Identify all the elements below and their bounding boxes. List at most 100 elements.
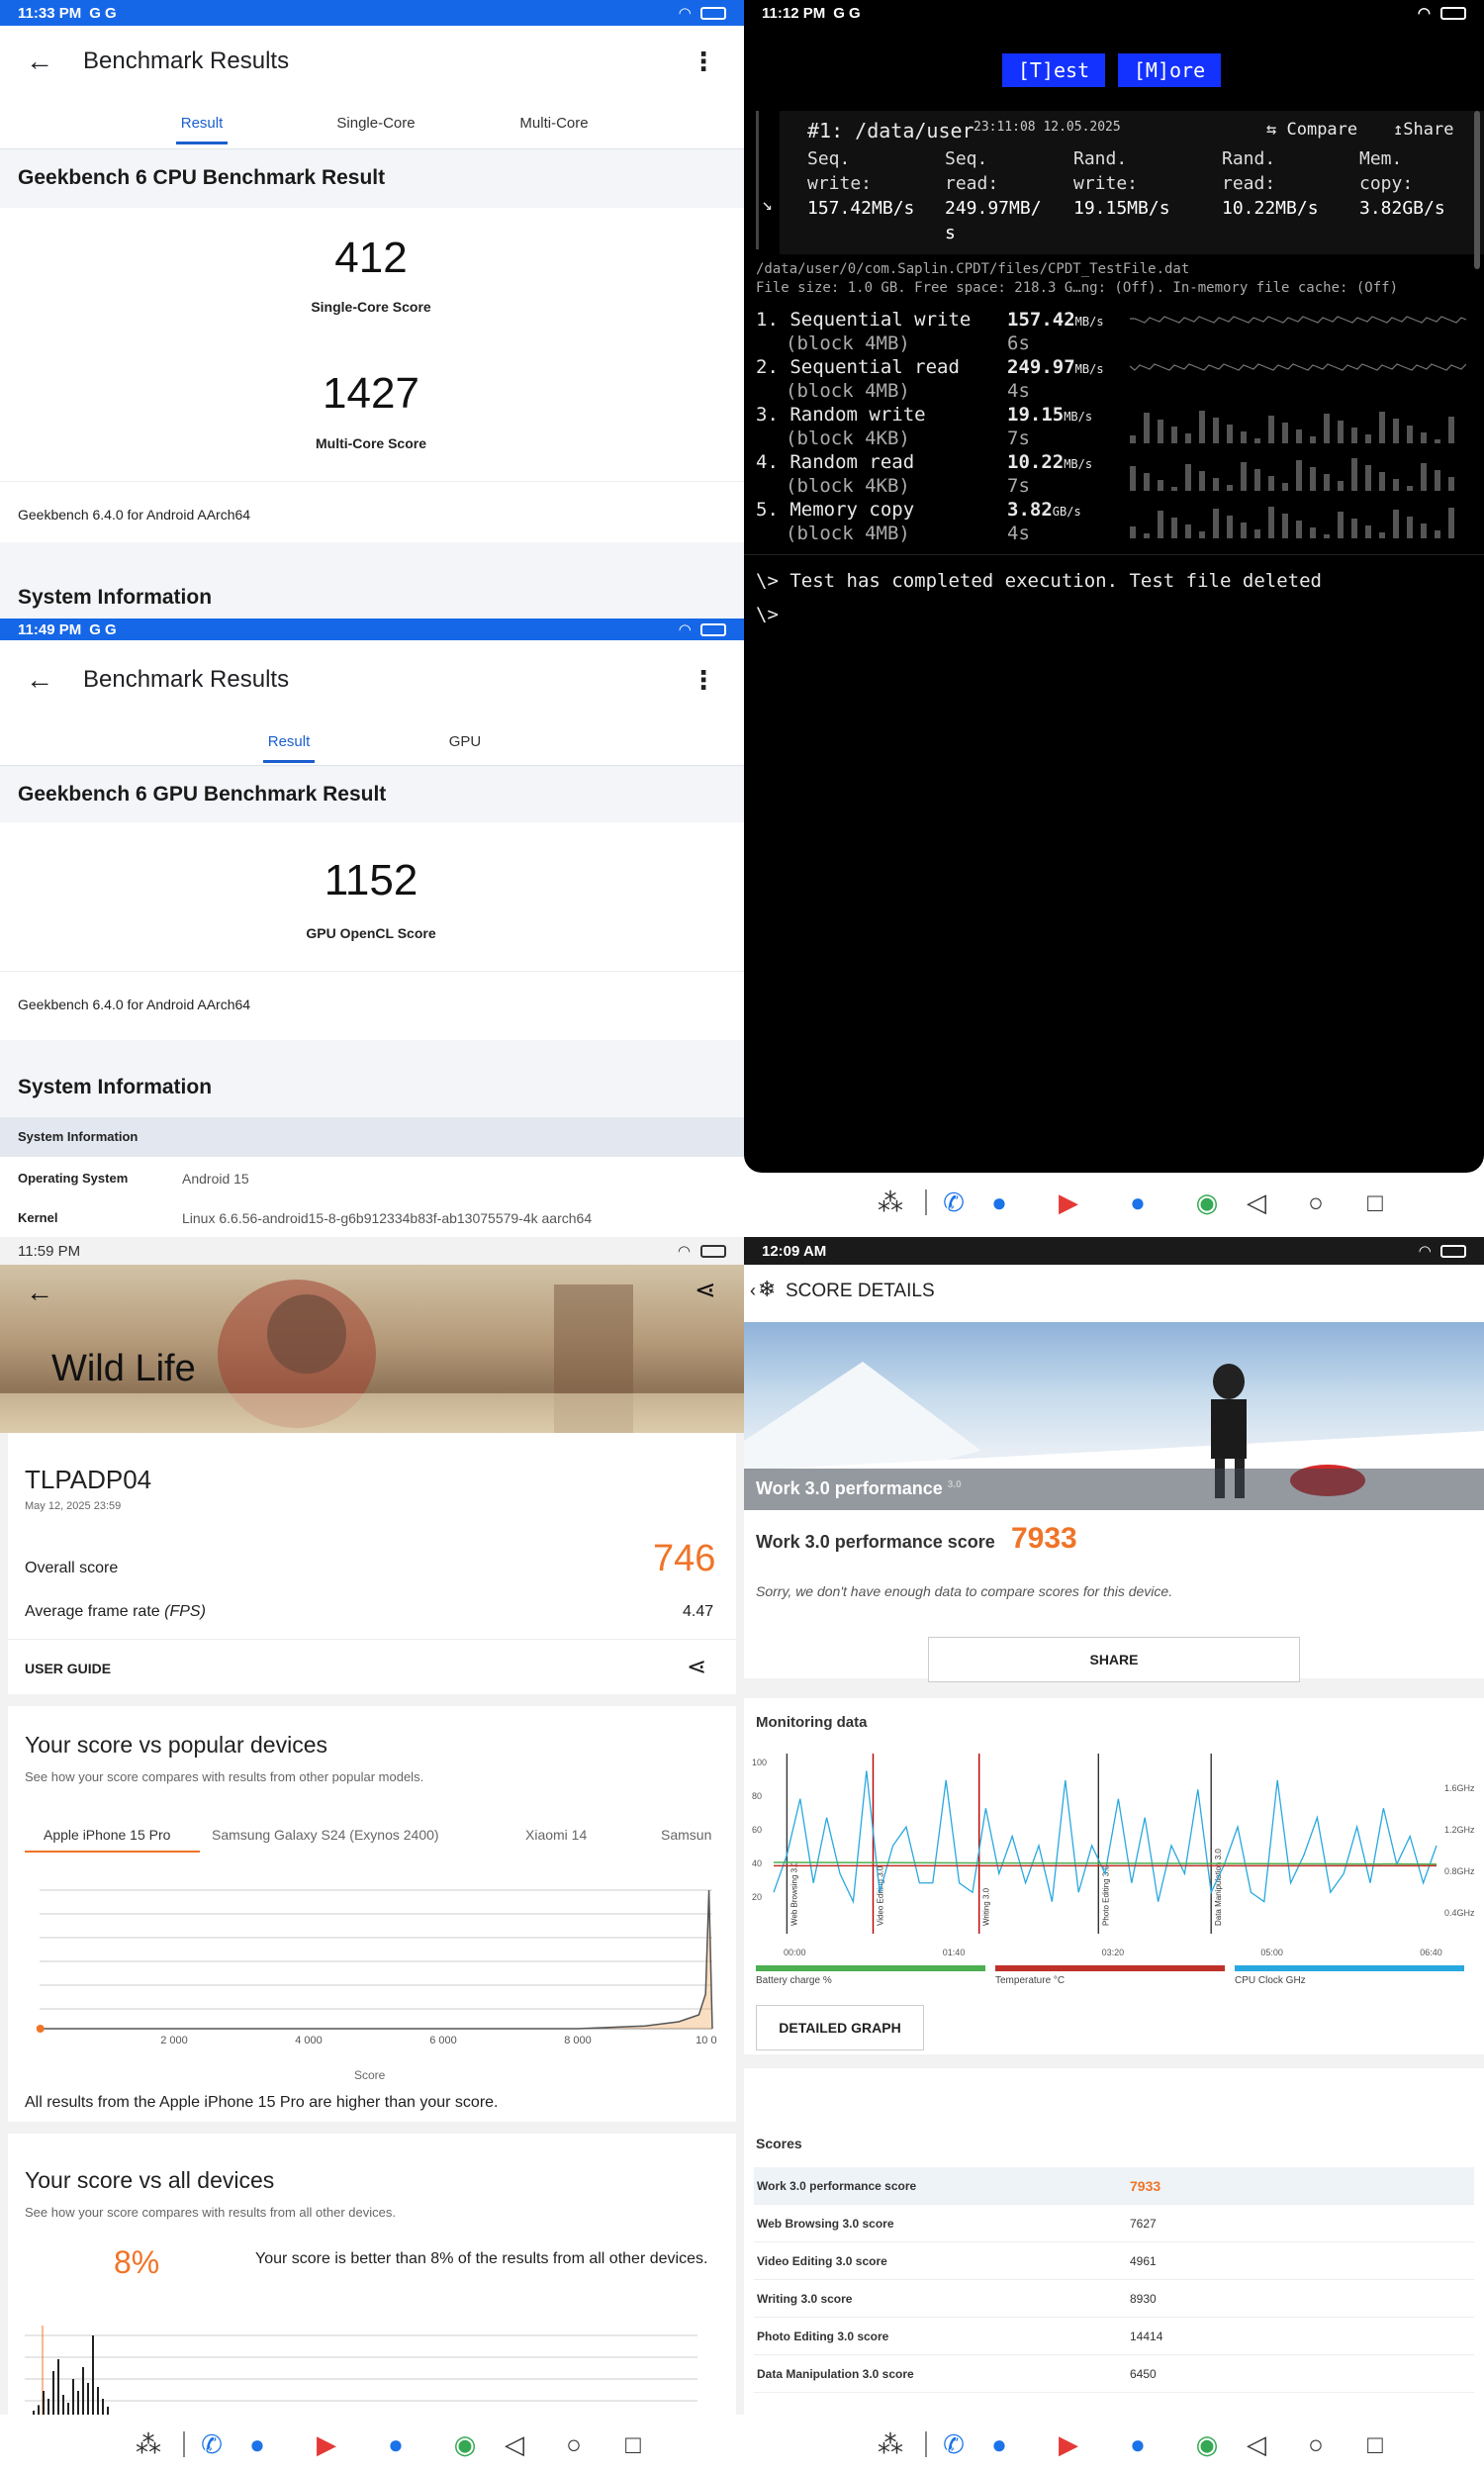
test-value: 3.82GB/s (1007, 499, 1081, 521)
share-button[interactable]: SHARE (928, 1637, 1300, 1682)
home-nav-icon[interactable]: ○ (1301, 2429, 1331, 2459)
all-devices-subtitle: See how your score compares with results… (25, 2205, 396, 2220)
contacts-icon[interactable]: ● (1123, 1188, 1153, 1217)
more-menu-icon[interactable]: ⋮ (691, 665, 716, 696)
device-tab[interactable]: Samsung Galaxy S24 (Exynos 2400) (212, 1827, 439, 1843)
chrome-icon[interactable]: ◉ (1192, 1188, 1222, 1217)
youtube-icon[interactable]: ▶ (1054, 2429, 1083, 2459)
back-arrow-icon[interactable]: ← (26, 664, 53, 696)
compare-button[interactable]: ⇆ Compare (1266, 120, 1357, 140)
share-icon[interactable]: ⋖ (687, 1653, 706, 1681)
scrollbar[interactable] (1474, 111, 1480, 269)
sparkline-bar (1171, 427, 1177, 443)
sparkline-bar (1379, 472, 1385, 491)
sparkline-bar (1268, 507, 1274, 538)
overall-score-value: 746 (653, 1538, 716, 1579)
phone-icon[interactable]: ✆ (939, 1188, 969, 1217)
prompt[interactable]: \> (756, 604, 779, 625)
summary-cell: Rand. write: 19.15MB/s (1073, 146, 1170, 221)
more-menu-icon[interactable]: ⋮ (691, 47, 716, 77)
battery-icon (1440, 6, 1466, 20)
share-icon[interactable]: ⋖ (695, 1275, 716, 1305)
messages-icon[interactable]: ● (242, 2429, 272, 2459)
sparkline-bar (1185, 433, 1191, 443)
expand-arrow-icon[interactable]: ↘ (762, 194, 773, 215)
contacts-icon[interactable]: ● (1123, 2429, 1153, 2459)
back-arrow-icon[interactable]: ← (26, 46, 53, 77)
sparkline-bar (1158, 420, 1163, 443)
recents-nav-icon[interactable]: □ (1360, 2429, 1390, 2459)
device-tab[interactable]: Xiaomi 14 (525, 1827, 587, 1843)
recents-nav-icon[interactable]: □ (1360, 1188, 1390, 1217)
legend-swatch (995, 1965, 1225, 1971)
messages-icon[interactable]: ● (984, 2429, 1014, 2459)
your-score-marker (36, 2025, 45, 2033)
sparkline-bar (1407, 517, 1413, 538)
apps-icon[interactable]: ⁂ (134, 2429, 163, 2459)
phone-icon[interactable]: ✆ (197, 2429, 227, 2459)
sparkline-bar (1254, 529, 1260, 538)
apps-icon[interactable]: ⁂ (876, 2429, 905, 2459)
chrome-icon[interactable]: ◉ (1192, 2429, 1222, 2459)
sparkline-bar (1254, 469, 1260, 491)
home-nav-icon[interactable]: ○ (559, 2429, 589, 2459)
more-button[interactable]: [M]ore (1118, 53, 1221, 87)
page-header: SCORE DETAILS (786, 1281, 935, 1301)
phase-label: Web Browsing 3.0 (789, 1861, 798, 1926)
chrome-icon[interactable]: ◉ (450, 2429, 480, 2459)
score-name: Web Browsing 3.0 score (757, 2216, 894, 2231)
user-guide-link[interactable]: USER GUIDE (25, 1661, 111, 1676)
wifi-icon: ◠ (677, 1243, 691, 1260)
youtube-icon[interactable]: ▶ (312, 2429, 341, 2459)
test-unit: MB/s (1074, 362, 1104, 376)
summary-label: Seq. (945, 148, 988, 169)
system-info-title: System Information (18, 1076, 213, 1098)
back-nav-icon[interactable]: ◁ (1242, 2429, 1271, 2459)
legend-swatch (756, 1965, 985, 1971)
back-nav-icon[interactable]: ◁ (500, 2429, 529, 2459)
test-sparkline (1130, 458, 1454, 491)
overall-score-label: Overall score (25, 1560, 119, 1576)
sparkline-bar (1421, 432, 1427, 443)
monitoring-title: Monitoring data (756, 1714, 868, 1731)
sparkline-bar (1365, 525, 1371, 538)
sparkline-bar (1379, 532, 1385, 538)
test-block: (block 4MB) (786, 523, 910, 544)
summary-label: read: (945, 173, 999, 194)
q1-panel: 11:33 PM G G ◠ ← Benchmark Results ⋮ Res… (0, 0, 744, 618)
tab-multi-core[interactable]: Multi-Core (510, 111, 599, 144)
youtube-icon[interactable]: ▶ (1054, 1188, 1083, 1217)
test-button[interactable]: [T]est (1002, 53, 1105, 87)
sparkline-bar (1448, 417, 1454, 443)
contacts-icon[interactable]: ● (381, 2429, 411, 2459)
test-unit: MB/s (1064, 410, 1093, 424)
home-nav-icon[interactable]: ○ (1301, 1188, 1331, 1217)
share-button[interactable]: ↥Share (1393, 120, 1453, 140)
score-axis-label: Score (354, 2068, 386, 2082)
banner-image: Work 3.0 performance 3.0 (744, 1322, 1484, 1510)
wifi-icon: ◠ (679, 621, 691, 638)
device-tab[interactable]: Samsun (661, 1827, 711, 1843)
legend-swatch (1235, 1965, 1464, 1971)
compare-icon: ⇆ (1266, 120, 1287, 140)
score-name: Photo Editing 3.0 score (757, 2329, 889, 2343)
tab-single-core[interactable]: Single-Core (331, 111, 420, 144)
apps-icon[interactable]: ⁂ (876, 1188, 905, 1217)
tab-result[interactable]: Result (263, 729, 315, 763)
status-bar: 12:09 AM ◠ (744, 1237, 1484, 1265)
test-block: (block 4KB) (786, 475, 910, 497)
test-sparkline (1130, 363, 1466, 371)
recents-nav-icon[interactable]: □ (618, 2429, 648, 2459)
detailed-graph-button[interactable]: DETAILED GRAPH (756, 2005, 924, 2050)
tab-result[interactable]: Result (176, 111, 228, 144)
messages-icon[interactable]: ● (984, 1188, 1014, 1217)
device-tab[interactable]: Apple iPhone 15 Pro (44, 1827, 170, 1843)
back-chevron-icon[interactable]: ‹ (750, 1281, 756, 1301)
summary-label: read: (1222, 173, 1276, 194)
summary-value: 157.42MB/s (807, 198, 915, 219)
back-nav-icon[interactable]: ◁ (1242, 1188, 1271, 1217)
tab-gpu[interactable]: GPU (445, 729, 485, 763)
scores-title: Scores (756, 2136, 802, 2151)
back-arrow-icon[interactable]: ← (26, 1277, 53, 1308)
phone-icon[interactable]: ✆ (939, 2429, 969, 2459)
